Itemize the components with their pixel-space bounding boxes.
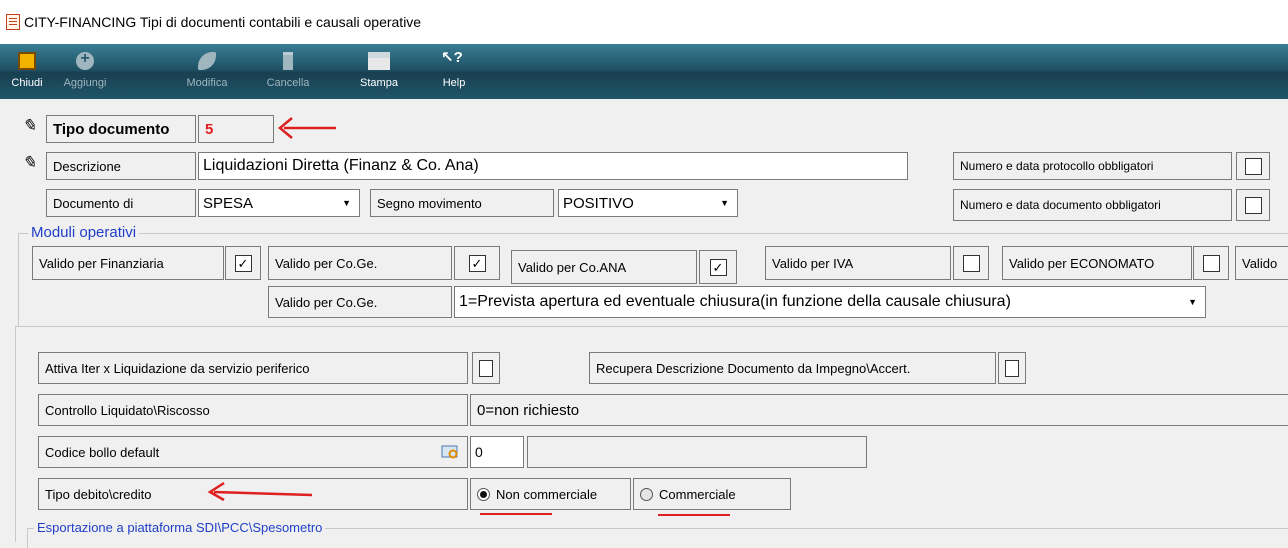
recupera-descrizione-cell	[998, 352, 1026, 384]
documento-di-label: Documento di	[46, 189, 196, 217]
controllo-liquidato-select[interactable]: 0=non richiesto	[470, 394, 1288, 426]
valido-coana-checkbox[interactable]: ✓	[709, 258, 727, 276]
radio-unselected-icon	[640, 487, 653, 501]
codice-bollo-label: Codice bollo default	[38, 436, 468, 468]
title-bar: CITY-FINANCING Tipi di documenti contabi…	[0, 0, 1288, 44]
protocollo-checkbox[interactable]	[1244, 157, 1262, 175]
valido-finanziaria-checkbox[interactable]: ✓	[234, 254, 252, 272]
pencil-icon: ✎	[22, 153, 37, 173]
delete-button[interactable]: Cancella	[261, 44, 315, 99]
close-button[interactable]: Chiudi	[6, 44, 48, 99]
dropdown-arrow-icon: ▼	[1188, 297, 1197, 307]
radio-commerciale[interactable]: Commerciale	[633, 478, 791, 510]
exit-door-icon	[18, 52, 36, 70]
lookup-search-icon[interactable]	[441, 444, 461, 460]
annotation-arrow-icon	[278, 117, 336, 139]
pencil-icon: ✎	[22, 116, 37, 136]
segno-movimento-select[interactable]: POSITIVO ▼	[558, 189, 738, 217]
add-button[interactable]: Aggiungi	[58, 44, 112, 99]
controllo-liquidato-label: Controllo Liquidato\Riscosso	[38, 394, 468, 426]
valido-iva-checkbox[interactable]	[962, 254, 980, 272]
valido-coge-cell: ✓	[454, 246, 500, 280]
document-list-icon	[6, 14, 20, 30]
toolbar: Chiudi Aggiungi Modifica Cancella Stampa…	[0, 44, 1288, 99]
esportazione-title: Esportazione a piattaforma SDI\PCC\Speso…	[34, 520, 326, 535]
edit-button[interactable]: Modifica	[183, 44, 231, 99]
trash-icon	[283, 52, 293, 70]
attiva-iter-cell	[472, 352, 500, 384]
valido-coana-cell: ✓	[699, 250, 737, 284]
protocollo-cell	[1236, 152, 1270, 180]
valido-economato-label: Valido per ECONOMATO	[1002, 246, 1192, 280]
documento-obbligatori-cell	[1236, 189, 1270, 221]
valido-coge-mode-label: Valido per Co.Ge.	[268, 286, 452, 318]
recupera-descrizione-label: Recupera Descrizione Documento da Impegn…	[589, 352, 996, 384]
valido-finanziaria-label: Valido per Finanziaria	[32, 246, 224, 280]
valido-extra-label: Valido	[1235, 246, 1288, 280]
print-button[interactable]: Stampa	[352, 44, 406, 99]
add-icon	[76, 50, 94, 70]
radio-non-commerciale[interactable]: Non commerciale	[470, 478, 631, 510]
tipo-documento-label: Tipo documento	[46, 115, 196, 143]
dropdown-arrow-icon: ▼	[342, 198, 351, 208]
attiva-iter-label: Attiva Iter x Liquidazione da servizio p…	[38, 352, 468, 384]
radio-selected-icon	[477, 487, 490, 501]
protocollo-label: Numero e data protocollo obbligatori	[953, 152, 1232, 180]
valido-iva-label: Valido per IVA	[765, 246, 951, 280]
descrizione-input[interactable]: Liquidazioni Diretta (Finanz & Co. Ana)	[198, 152, 908, 180]
documento-obbligatori-checkbox[interactable]	[1244, 196, 1262, 214]
valido-coana-label: Valido per Co.ANA	[511, 250, 697, 284]
valido-coge-mode-select[interactable]: 1=Prevista apertura ed eventuale chiusur…	[454, 286, 1206, 318]
moduli-operativi-title: Moduli operativi	[28, 224, 140, 241]
documento-di-select[interactable]: SPESA ▼	[198, 189, 360, 217]
segno-movimento-label: Segno movimento	[370, 189, 554, 217]
recupera-descrizione-checkbox[interactable]	[1005, 359, 1019, 377]
valido-finanziaria-cell: ✓	[225, 246, 261, 280]
valido-economato-checkbox[interactable]	[1202, 254, 1220, 272]
codice-bollo-input[interactable]: 0	[470, 436, 524, 468]
annotation-arrow-icon	[207, 481, 313, 502]
printer-icon	[368, 52, 390, 70]
dropdown-arrow-icon: ▼	[720, 198, 729, 208]
valido-economato-cell	[1193, 246, 1229, 280]
valido-coge-checkbox[interactable]: ✓	[468, 254, 486, 272]
annotation-underline	[480, 513, 552, 515]
window-title: CITY-FINANCING Tipi di documenti contabi…	[24, 14, 422, 30]
edit-icon	[198, 52, 216, 70]
help-pointer-icon	[441, 48, 463, 70]
attiva-iter-checkbox[interactable]	[479, 359, 493, 377]
annotation-underline	[658, 514, 730, 516]
help-button[interactable]: Help	[436, 44, 472, 99]
tipo-documento-field[interactable]: 5	[198, 115, 274, 143]
codice-bollo-description	[527, 436, 867, 468]
valido-coge-label: Valido per Co.Ge.	[268, 246, 452, 280]
descrizione-label: Descrizione	[46, 152, 196, 180]
valido-iva-cell	[953, 246, 989, 280]
documento-obbligatori-label: Numero e data documento obbligatori	[953, 189, 1232, 221]
